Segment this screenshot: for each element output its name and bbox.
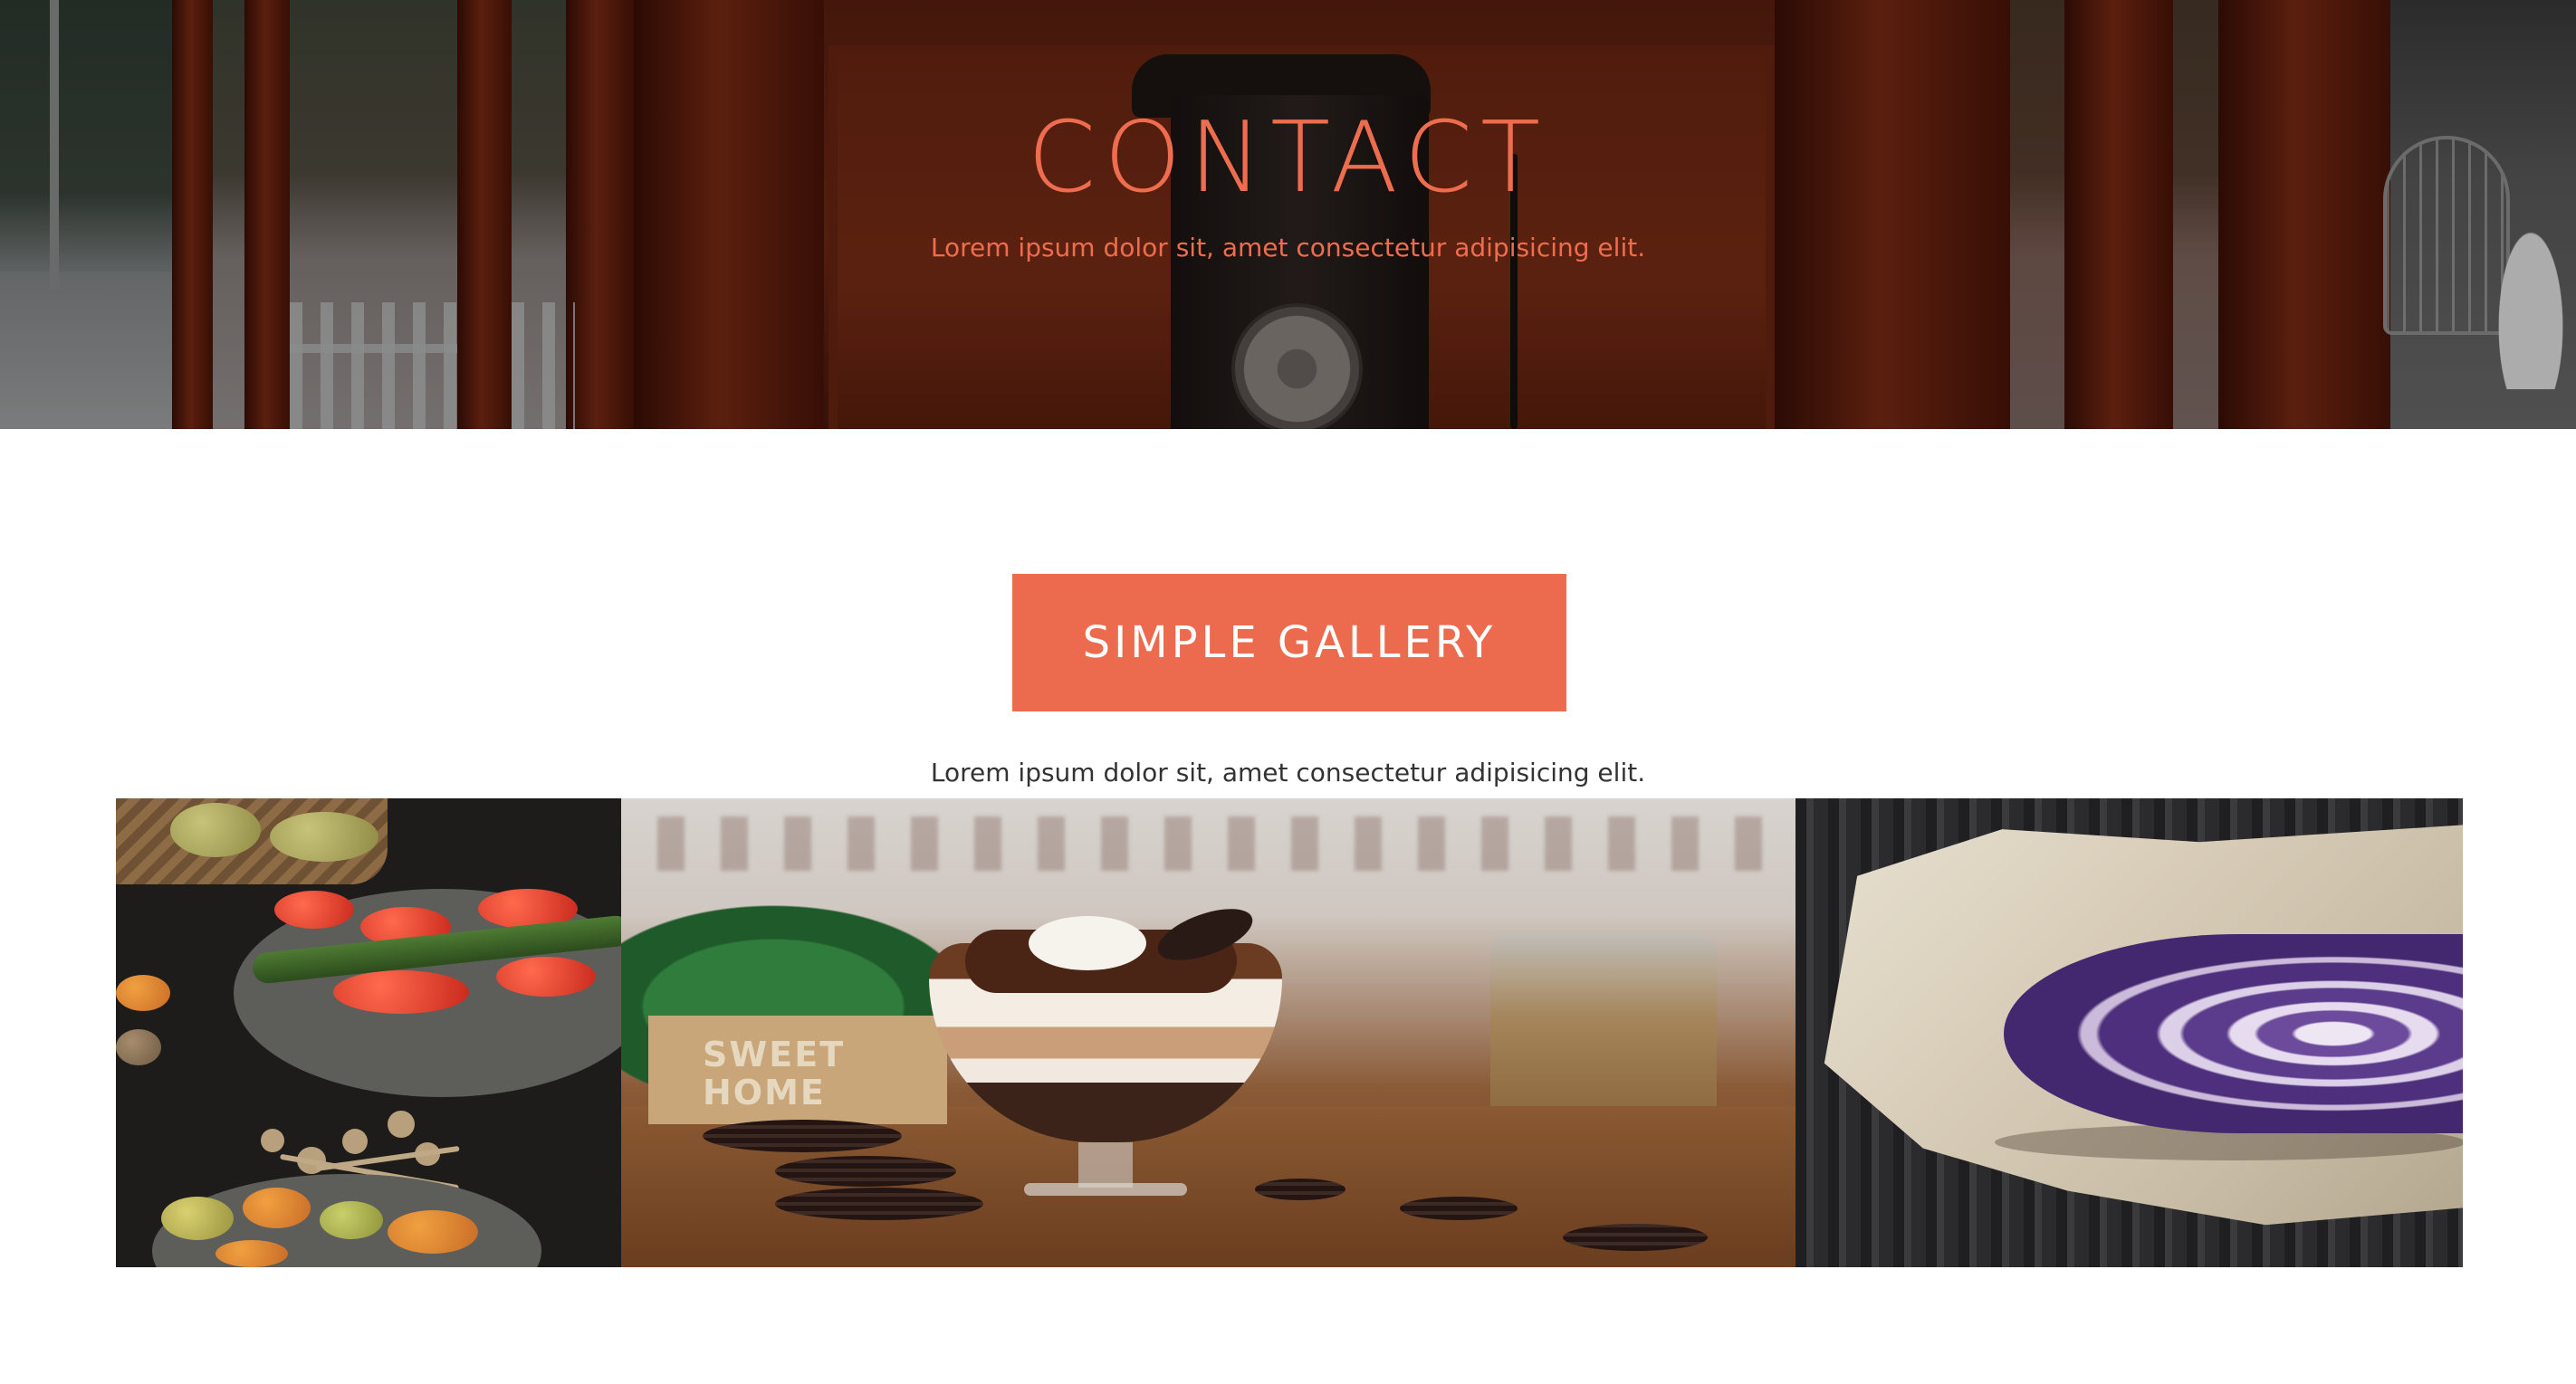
tomato-shape: [333, 970, 469, 1014]
cookie-shape: [775, 1188, 983, 1220]
glass-base-shape: [1024, 1183, 1187, 1196]
page: CONTACT Lorem ipsum dolor sit, amet cons…: [0, 0, 2576, 1384]
gallery-image-vegetables[interactable]: [116, 798, 621, 1267]
fruit-shape: [116, 975, 170, 1011]
gallery-subtitle: Lorem ipsum dolor sit, amet consectetur …: [930, 758, 1646, 787]
glass-stem-shape: [1078, 1142, 1133, 1188]
apricot-shape: [243, 1188, 311, 1228]
cookie-shape: [703, 1120, 902, 1152]
dried-pod-shape: [261, 1129, 284, 1152]
hero-subtitle: Lorem ipsum dolor sit, amet consectetur …: [930, 233, 1646, 262]
cookie-crumb-shape: [1563, 1224, 1708, 1251]
page-title: CONTACT: [1027, 101, 1549, 215]
box-lettering: SWEET HOME: [703, 1035, 846, 1112]
nut-shape: [116, 1029, 161, 1065]
blurred-background-shape: [621, 816, 1796, 871]
gallery-grid: SWEET HOME: [116, 798, 2463, 1267]
apricot-shape: [388, 1210, 478, 1254]
hero-banner: CONTACT Lorem ipsum dolor sit, amet cons…: [0, 0, 2576, 429]
red-cabbage-shape: [2004, 934, 2463, 1133]
tomato-shape: [496, 957, 596, 997]
tomato-shape: [274, 891, 354, 929]
simple-gallery-button[interactable]: SIMPLE GALLERY: [1012, 574, 1566, 711]
pear-shape: [161, 1197, 234, 1240]
cream-topping-shape: [1029, 916, 1146, 970]
cookie-crumb-shape: [1400, 1197, 1518, 1220]
cookie-shape: [775, 1156, 956, 1187]
pear-shape: [320, 1201, 383, 1239]
pear-shape: [170, 803, 261, 857]
apricot-shape: [215, 1240, 288, 1267]
dried-pod-shape: [388, 1111, 415, 1138]
gallery-image-red-cabbage[interactable]: [1796, 798, 2463, 1267]
pear-shape: [270, 812, 378, 862]
gallery-image-dessert[interactable]: SWEET HOME: [621, 798, 1796, 1267]
cookie-crumb-shape: [1255, 1179, 1345, 1200]
dried-pod-shape: [342, 1129, 368, 1154]
